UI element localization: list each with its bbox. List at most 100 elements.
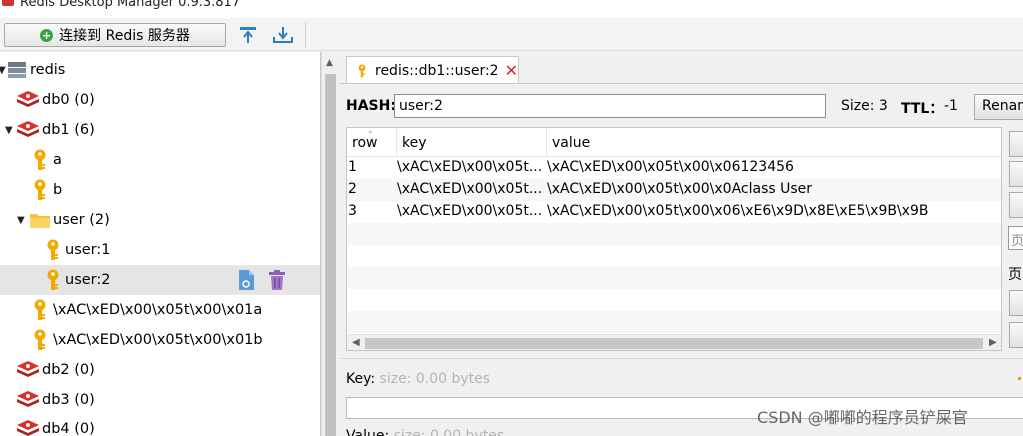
scroll-left-icon[interactable]: ◀	[352, 337, 360, 348]
key-icon	[34, 149, 46, 170]
tab-label: redis::db1::user:2	[375, 62, 499, 79]
column-header-key[interactable]: key	[397, 128, 547, 157]
key-icon	[34, 179, 46, 200]
connect-server-button[interactable]: + 连接到 Redis 服务器	[4, 23, 226, 47]
editor-value-size: size: 0.00 bytes	[393, 428, 505, 436]
tree-item-key-a[interactable]: a	[0, 145, 320, 175]
tree-scrollbar[interactable]: ▲	[321, 52, 339, 436]
tree-item-db1[interactable]: ▼ db1 (6)	[0, 115, 320, 145]
export-button[interactable]	[271, 24, 295, 46]
tree-item-label: db4 (0)	[42, 421, 95, 436]
sort-indicator-icon: ⌄	[367, 127, 374, 135]
column-header-row[interactable]: ⌄ row	[347, 128, 397, 157]
next-page-button[interactable]	[1009, 290, 1023, 316]
page-number-input[interactable]: 页	[1008, 226, 1023, 250]
tree-item-label: user (2)	[53, 212, 110, 228]
tree-item-folder-user[interactable]: ▼ user (2)	[0, 205, 320, 235]
tree-item-key-user-1[interactable]: user:1	[0, 235, 320, 265]
key-icon	[358, 63, 366, 77]
tree-item-key-b[interactable]: b	[0, 175, 320, 205]
reload-button[interactable]	[1009, 192, 1023, 218]
tree-item-db3[interactable]: db3 (0)	[0, 385, 320, 415]
expand-arrow-icon[interactable]: ▼	[5, 125, 13, 136]
key-icon	[34, 299, 46, 320]
server-icon	[8, 62, 26, 78]
connection-tree: ▼ redis db0 (0) ▼ db1 (6) a b ▼ user (2)…	[0, 52, 320, 436]
scrollbar-thumb[interactable]	[325, 74, 336, 436]
database-icon	[17, 91, 39, 107]
table-row-empty	[347, 311, 1001, 333]
key-icon	[34, 329, 46, 350]
key-icon	[47, 239, 59, 260]
copy-key-icon[interactable]	[237, 269, 257, 291]
table-row[interactable]: 2 \xAC\xED\x00\x05t... \xAC\xED\x00\x05t…	[347, 179, 1001, 201]
tree-item-label: a	[53, 152, 62, 168]
tree-item-label: db2 (0)	[42, 362, 95, 378]
indicator-dot	[1018, 377, 1021, 380]
import-icon	[240, 27, 256, 43]
table-horizontal-scrollbar[interactable]: ◀ ▶	[347, 334, 1001, 350]
table-row[interactable]: 3 \xAC\xED\x00\x05t... \xAC\xED\x00\x05t…	[347, 201, 1001, 223]
table-row-empty	[347, 267, 1001, 289]
editor-key-label: Key: size: 0.00 bytes	[346, 371, 491, 387]
expand-arrow-icon[interactable]: ▼	[0, 65, 6, 76]
editor-key-size: size: 0.00 bytes	[379, 371, 491, 387]
table-row-empty	[347, 223, 1001, 245]
tree-item-label: b	[53, 182, 63, 198]
tree-item-label: \xAC\xED\x00\x05t\x00\x01a	[53, 302, 263, 318]
scroll-right-icon[interactable]: ▶	[989, 337, 997, 348]
plus-icon: +	[40, 28, 54, 42]
tree-item-key-serialized-b[interactable]: \xAC\xED\x00\x05t\x00\x01b	[0, 325, 320, 355]
tree-item-key-serialized-a[interactable]: \xAC\xED\x00\x05t\x00\x01a	[0, 295, 320, 325]
tree-item-label: db0 (0)	[42, 92, 95, 108]
tree-item-redis[interactable]: ▼ redis	[0, 55, 320, 85]
column-header-value[interactable]: value	[547, 128, 1001, 157]
key-size: Size: 3	[841, 98, 888, 114]
database-icon	[17, 420, 39, 436]
tab-redis-db1-user-2[interactable]: redis::db1::user:2 ✕	[346, 56, 519, 84]
tree-item-label: user:1	[65, 242, 111, 258]
scrollbar-thumb[interactable]	[365, 338, 983, 349]
delete-row-button[interactable]	[1009, 161, 1023, 187]
close-icon[interactable]: ✕	[505, 61, 518, 80]
expand-arrow-icon[interactable]: ▼	[17, 215, 25, 226]
tree-item-label: db1 (6)	[42, 122, 95, 138]
table-row-empty	[347, 289, 1001, 311]
database-icon	[17, 391, 39, 407]
tree-item-label: db3 (0)	[42, 392, 95, 408]
toolbar: + 连接到 Redis 服务器	[0, 18, 1023, 51]
title-bar: Redis Desktop Manager 0.9.3.817	[0, 0, 1023, 18]
tree-item-db0[interactable]: db0 (0)	[0, 85, 320, 115]
delete-key-icon[interactable]	[268, 270, 286, 291]
tree-item-label: redis	[30, 62, 66, 78]
watermark: CSDN @嘟嘟的程序员铲屎官	[757, 408, 968, 427]
folder-icon	[30, 214, 50, 228]
add-row-button[interactable]	[1009, 131, 1023, 157]
table-row[interactable]: 1 \xAC\xED\x00\x05t... \xAC\xED\x00\x05t…	[347, 157, 1001, 179]
import-button[interactable]	[236, 24, 260, 46]
connect-label: 连接到 Redis 服务器	[59, 28, 190, 44]
tree-item-db2[interactable]: db2 (0)	[0, 355, 320, 385]
database-icon	[17, 121, 39, 137]
page-label: 页	[1008, 267, 1022, 283]
app-icon	[2, 0, 14, 6]
tree-item-db4[interactable]: db4 (0)	[0, 414, 320, 436]
key-type-label: HASH:	[346, 98, 396, 114]
toolbar-separator	[305, 22, 306, 48]
table-header: ⌄ row key value	[347, 128, 1001, 157]
key-icon	[47, 269, 59, 290]
tree-item-key-user-2[interactable]: user:2	[0, 265, 320, 295]
editor-value-label: Value: size: 0.00 bytes	[346, 428, 504, 436]
tab-bar-border	[340, 83, 1023, 84]
scroll-up-icon[interactable]: ▲	[326, 58, 333, 68]
ttl-label: TTL：	[901, 101, 944, 117]
export-icon	[273, 27, 293, 43]
rename-button[interactable]: Rename	[974, 94, 1023, 120]
tree-item-label: user:2	[65, 272, 111, 288]
database-icon	[17, 361, 39, 377]
key-name-input[interactable]	[394, 94, 826, 118]
hash-values-table: ⌄ row key value 1 \xAC\xED\x00\x05t... \…	[346, 127, 1002, 351]
window-title: Redis Desktop Manager 0.9.3.817	[20, 0, 241, 10]
table-row-empty	[347, 245, 1001, 267]
previous-page-button[interactable]	[1009, 322, 1023, 348]
